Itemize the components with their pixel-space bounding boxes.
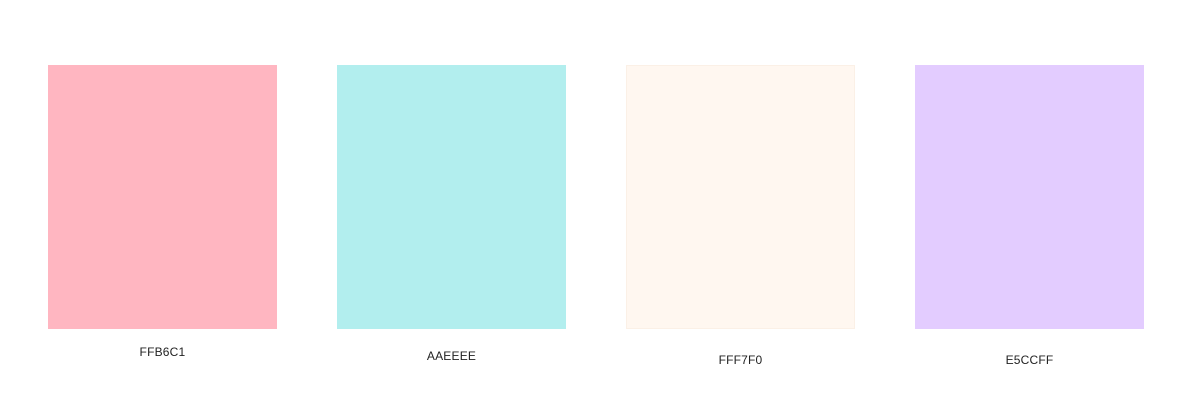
color-swatch-pink xyxy=(48,65,277,329)
color-swatch-lavender xyxy=(915,65,1144,329)
color-palette: FFB6C1 AAEEEE FFF7F0 E5CCFF xyxy=(0,0,1192,407)
swatch-hex-label: FFF7F0 xyxy=(718,353,763,367)
color-swatch-cyan xyxy=(337,65,566,329)
color-swatch-cream xyxy=(626,65,855,329)
swatch-hex-label: AAEEEE xyxy=(426,349,477,363)
swatch-hex-label: FFB6C1 xyxy=(139,345,186,359)
swatch-hex-label: E5CCFF xyxy=(1005,353,1054,367)
